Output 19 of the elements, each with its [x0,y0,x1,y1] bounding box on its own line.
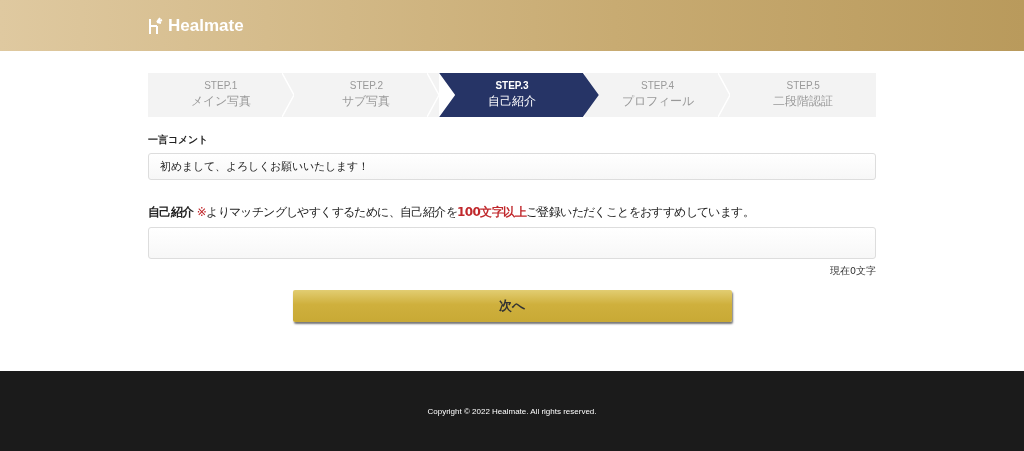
copyright-text: Copyright © 2022 Healmate. All rights reserved. [427,406,597,416]
step-title: 二段階認証 [773,93,834,110]
next-button[interactable]: 次へ [292,290,732,322]
step-title: サブ写真 [342,93,391,110]
char-counter: 現在0文字 [828,265,876,278]
step-number: STEP.3 [495,80,529,91]
step-title: プロフィール [621,93,694,110]
step-number: STEP.1 [204,80,238,91]
step-title: メイン写真 [190,93,251,110]
comment-field[interactable]: 初めまして、よろしくお願いいたします！ [148,153,876,180]
step-number: STEP.2 [349,80,383,91]
step-title: 自己紹介 [488,93,536,110]
intro-field[interactable] [148,227,876,259]
logo-icon [148,15,164,36]
step-number: STEP.5 [786,80,820,91]
field-label: 一言コメント [148,133,209,147]
logo-text: Healmate [168,15,244,36]
intro-label: 自己紹介 ※よりマッチングしやすくするために、自己紹介を100文字以上ご登録いただくことをおすすめしています。 [148,204,755,221]
step-number: STEP.4 [641,80,675,91]
